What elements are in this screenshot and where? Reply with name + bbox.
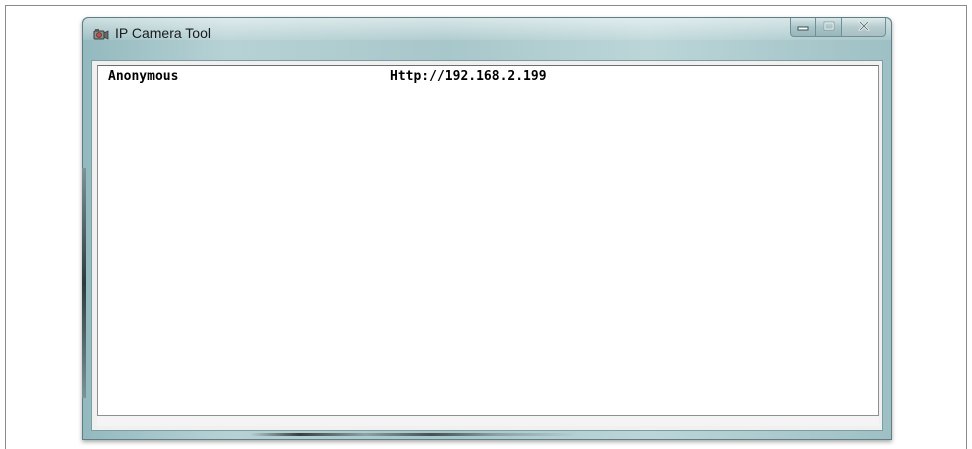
status-strip xyxy=(97,416,879,426)
title-bar[interactable]: IP Camera Tool xyxy=(83,18,891,60)
close-icon xyxy=(858,18,870,36)
window-edge-shadow xyxy=(82,168,86,398)
maximize-button[interactable] xyxy=(816,18,842,37)
minimize-icon xyxy=(797,18,809,36)
window-bottom-shadow xyxy=(250,433,580,436)
minimize-button[interactable] xyxy=(790,18,816,37)
page: IP Camera Tool Anonymous Http://192.168.… xyxy=(0,0,972,449)
window-controls xyxy=(790,18,886,38)
camera-name: Anonymous xyxy=(108,69,179,84)
camera-url: Http://192.168.2.199 xyxy=(390,69,547,84)
ip-camera-tool-window: IP Camera Tool Anonymous Http://192.168.… xyxy=(82,17,892,440)
camera-icon xyxy=(93,28,109,41)
maximize-icon xyxy=(823,18,835,36)
list-item[interactable]: Anonymous Http://192.168.2.199 xyxy=(98,69,878,87)
camera-list[interactable]: Anonymous Http://192.168.2.199 xyxy=(97,65,879,416)
window-title: IP Camera Tool xyxy=(115,25,211,41)
close-button[interactable] xyxy=(842,18,886,37)
